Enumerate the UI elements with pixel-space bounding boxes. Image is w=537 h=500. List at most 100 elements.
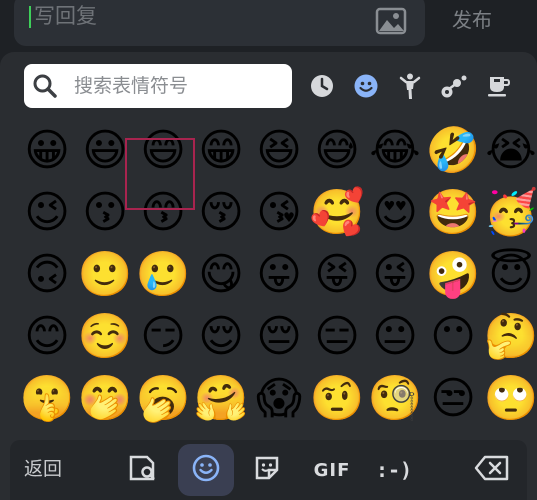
emoji-glyph: 😇 [488, 249, 534, 300]
gif-tab[interactable]: GIF [310, 452, 354, 488]
emoji-key[interactable]: 🤨 [308, 370, 366, 428]
sticker-search-icon [127, 453, 157, 487]
emoji-icon [191, 453, 221, 487]
emoji-key[interactable]: 😆 [250, 122, 308, 180]
emoji-glyph: 😄 [140, 125, 186, 176]
emoji-key[interactable]: 🙃 [18, 246, 76, 304]
emoji-key[interactable]: 😒 [424, 370, 482, 428]
emoji-key[interactable]: 🤭 [76, 370, 134, 428]
emoji-glyph: 😍 [372, 187, 418, 238]
tab-food-drink[interactable] [476, 64, 520, 108]
publish-button[interactable]: 发布 [452, 7, 492, 33]
emoji-key[interactable]: 😶 [424, 308, 482, 366]
emoji-glyph: 😉 [24, 187, 70, 238]
emoji-glyph: 🥲 [135, 249, 191, 300]
emoji-glyph: 😏 [140, 311, 186, 362]
emoticon-tab[interactable]: :-) [372, 452, 416, 488]
emoji-key[interactable]: 😁 [192, 122, 250, 180]
tab-people-activity[interactable] [388, 64, 432, 108]
image-icon[interactable] [375, 7, 407, 35]
emoji-key[interactable]: 😚 [192, 184, 250, 242]
emoji-glyph: 😭 [485, 125, 537, 176]
emoji-keyboard-tab[interactable] [188, 452, 224, 488]
emoji-glyph: 😚 [198, 187, 244, 238]
emoji-key[interactable]: 🤣 [424, 122, 482, 180]
emoji-glyph: 🙂 [77, 249, 133, 300]
emoji-key[interactable]: 😭 [482, 122, 537, 180]
emoji-key[interactable]: 😀 [18, 122, 76, 180]
emoji-key[interactable]: 😜 [366, 246, 424, 304]
emoji-search-field[interactable]: 搜索表情符号 [24, 64, 292, 108]
emoji-glyph: 🙄 [483, 373, 537, 424]
emoji-glyph: 🧐 [367, 373, 423, 424]
tab-animals-nature[interactable] [432, 64, 476, 108]
emoji-key[interactable]: 🙂 [76, 246, 134, 304]
sticker-search-button[interactable] [124, 452, 160, 488]
emoji-key[interactable]: 😝 [308, 246, 366, 304]
emoji-key[interactable]: 😘 [250, 184, 308, 242]
emoji-glyph: 😔 [256, 311, 302, 362]
sticker-tab[interactable] [249, 452, 285, 488]
food-drink-icon [485, 73, 511, 99]
emoji-glyph: 🤭 [77, 373, 133, 424]
emoji-key[interactable]: 🤫 [18, 370, 76, 428]
emoji-glyph: 😂 [369, 125, 421, 176]
emoji-key[interactable]: 😌 [192, 308, 250, 366]
emoji-glyph: 🤨 [309, 373, 365, 424]
emoji-key[interactable]: 😊 [18, 308, 76, 366]
emoji-key[interactable]: 🤩 [424, 184, 482, 242]
tab-recent[interactable] [300, 64, 344, 108]
emoji-key[interactable]: 😱 [250, 370, 308, 428]
emoji-glyph: 😙 [140, 187, 186, 238]
emoji-glyph: 😌 [198, 311, 244, 362]
emoji-glyph: 🙃 [24, 249, 70, 300]
emoji-key[interactable]: 😉 [18, 184, 76, 242]
emoji-key[interactable]: 😛 [250, 246, 308, 304]
emoji-key[interactable]: 🤗 [192, 370, 250, 428]
emoji-key[interactable]: 😂 [366, 122, 424, 180]
reply-placeholder: 写回复 [34, 4, 97, 28]
reply-input[interactable]: 写回复 [14, 0, 425, 46]
search-placeholder: 搜索表情符号 [74, 75, 189, 97]
emoji-key[interactable]: ☺️ [76, 308, 134, 366]
emoji-key[interactable]: 🤪 [424, 246, 482, 304]
emoji-key[interactable]: 😏 [134, 308, 192, 366]
emoji-glyph: 😗 [82, 187, 128, 238]
emoji-key[interactable]: 🥱 [134, 370, 192, 428]
emoji-glyph: 🤩 [425, 187, 481, 238]
emoji-key[interactable]: 🥳 [482, 184, 537, 242]
emoji-key[interactable]: 😍 [366, 184, 424, 242]
emoji-key[interactable]: 🥲 [134, 246, 192, 304]
emoji-key[interactable]: 🤔 [482, 308, 537, 366]
emoji-grid: 😀 😃 😄 😁 😆 😅 😂 🤣 😭 😉 😗 😙 😚 😘 🥰 😍 🤩 🥳 🙃 🙂 🥲 😋 😛 😝 😜 🤪 😇 😊 ☺️ 😏 😌 😔 😑 😐 😶 🤔 🤫 🤭 🥱… [0, 118, 537, 440]
emoji-glyph: 🤔 [483, 311, 537, 362]
emoji-key[interactable]: 😔 [250, 308, 308, 366]
emoji-key[interactable]: 😐 [366, 308, 424, 366]
smileys-icon [353, 73, 379, 99]
animals-nature-icon [440, 73, 468, 99]
backspace-button[interactable] [470, 452, 514, 488]
emoji-key[interactable]: 🧐 [366, 370, 424, 428]
emoji-key[interactable]: 😑 [308, 308, 366, 366]
emoji-key[interactable]: 😇 [482, 246, 537, 304]
emoji-key[interactable]: 😄 [134, 122, 192, 180]
emoji-glyph: 😅 [314, 125, 360, 176]
emoji-key[interactable]: 😋 [192, 246, 250, 304]
emoji-glyph: ☺️ [77, 311, 133, 362]
gif-label: GIF [313, 459, 351, 481]
emoji-key[interactable]: 😅 [308, 122, 366, 180]
emoji-glyph: 😃 [82, 125, 128, 176]
back-button[interactable]: 返回 [24, 457, 62, 481]
emoji-glyph: 😑 [314, 311, 360, 362]
people-activity-icon [397, 72, 423, 100]
emoji-key[interactable]: 🙄 [482, 370, 537, 428]
sticker-icon [252, 453, 282, 487]
tab-smileys[interactable] [344, 64, 388, 108]
emoji-key[interactable]: 😗 [76, 184, 134, 242]
emoji-key[interactable]: 😙 [134, 184, 192, 242]
recent-icon [309, 73, 335, 99]
emoji-glyph: 😝 [314, 249, 360, 300]
emoticon-label: :-) [375, 458, 413, 482]
emoji-key[interactable]: 🥰 [308, 184, 366, 242]
emoji-key[interactable]: 😃 [76, 122, 134, 180]
